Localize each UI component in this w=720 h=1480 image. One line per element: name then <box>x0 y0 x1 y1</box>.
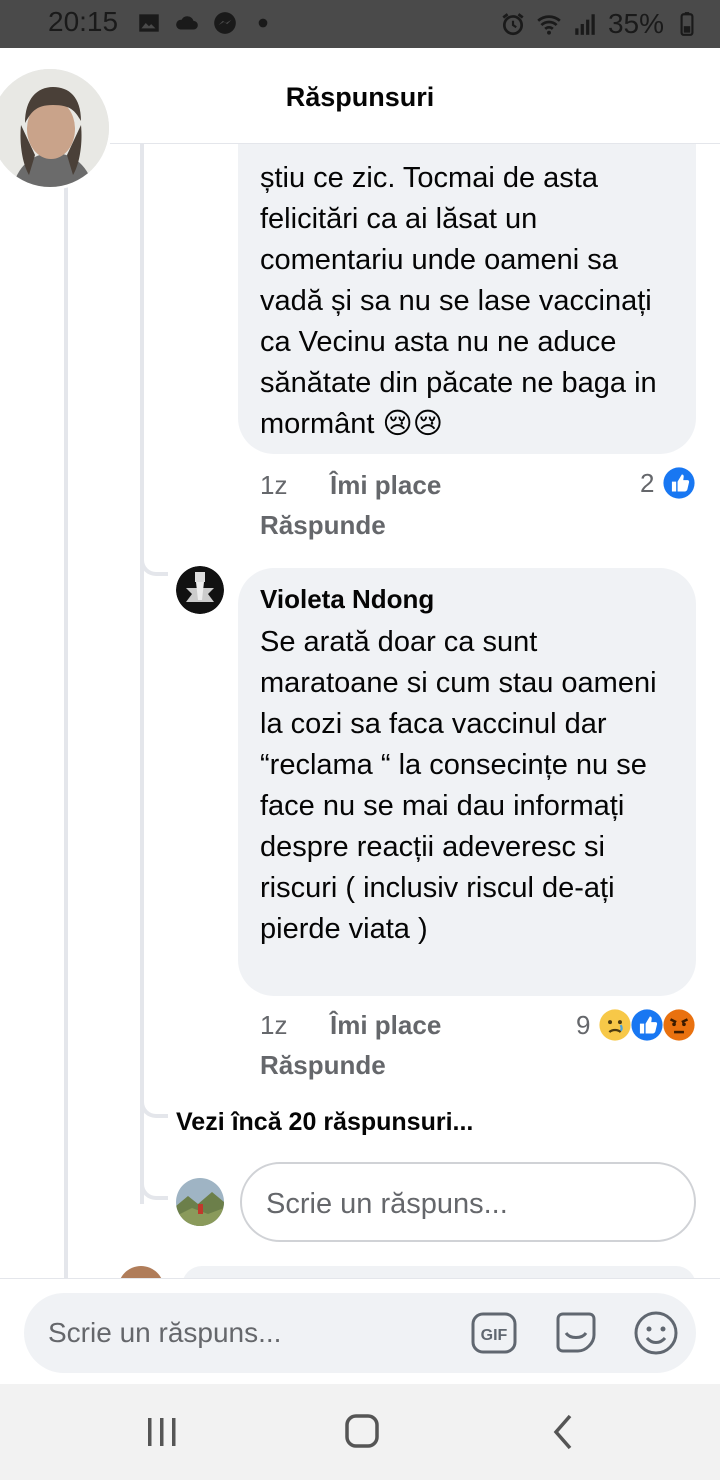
angry-reaction-icon <box>663 1009 695 1041</box>
avatar[interactable] <box>0 66 112 190</box>
battery-percent: 35% <box>607 8 664 39</box>
signal-icon <box>575 14 595 35</box>
cloud-icon <box>176 16 198 30</box>
thread-branch <box>140 1094 168 1118</box>
compose-bar: Scrie un răspuns... GIF <box>0 1278 720 1384</box>
wifi-icon <box>537 15 561 35</box>
compose-input[interactable]: Scrie un răspuns... GIF <box>24 1293 696 1373</box>
gif-button[interactable]: GIF <box>470 1309 518 1357</box>
status-bar: 20:15 35% <box>0 0 720 48</box>
home-icon[interactable] <box>338 1410 386 1454</box>
thread-line <box>64 144 68 1284</box>
battery-icon <box>680 12 694 36</box>
view-more-replies-link[interactable]: Vezi încă 20 răspunsuri... <box>176 1108 473 1137</box>
reply-input-placeholder: Scrie un răspuns... <box>266 1188 508 1220</box>
like-button[interactable]: Îmi place <box>330 470 441 501</box>
sad-reaction-icon <box>599 1009 631 1041</box>
like-button[interactable]: Îmi place <box>330 1010 441 1041</box>
user-avatar <box>176 1178 224 1226</box>
avatar[interactable] <box>176 566 224 614</box>
replies-sheet: știu ce zic. Tocmai de asta felicitări c… <box>0 48 720 1384</box>
back-icon[interactable] <box>540 1410 588 1454</box>
comment-bubble[interactable]: Violeta Ndong Se arată doar ca sunt mara… <box>238 568 696 996</box>
thread-branch <box>140 554 168 576</box>
reply-button[interactable]: Răspunde <box>260 1050 386 1081</box>
gif-label: GIF <box>481 1327 508 1344</box>
comment-author[interactable]: Violeta Ndong <box>260 584 434 615</box>
reply-button[interactable]: Răspunde <box>260 510 386 541</box>
reaction-count[interactable]: 2 <box>640 468 654 499</box>
comment-time: 1z <box>260 1010 288 1040</box>
dot-icon <box>258 18 268 28</box>
compose-placeholder: Scrie un răspuns... <box>48 1317 282 1348</box>
emoji-icon[interactable] <box>632 1309 680 1357</box>
thread-branch <box>140 1176 168 1200</box>
status-time: 20:15 <box>48 6 119 37</box>
comment-time: 1z <box>260 470 288 500</box>
comment-text: știu ce zic. Tocmai de asta felicitări c… <box>260 162 657 440</box>
notification-icons <box>136 10 276 36</box>
like-reaction-icon <box>663 467 695 499</box>
thread-line-replies <box>140 144 144 1204</box>
reply-input[interactable]: Scrie un răspuns... <box>240 1162 696 1242</box>
reaction-count[interactable]: 9 <box>576 1010 590 1041</box>
system-icons: 35% <box>500 8 700 40</box>
sticker-icon[interactable] <box>552 1309 600 1357</box>
messenger-icon <box>214 12 236 34</box>
comment-text: Se arată doar ca sunt maratoane si cum s… <box>260 626 657 945</box>
like-reaction-icon <box>631 1009 663 1041</box>
alarm-icon <box>502 13 524 36</box>
gallery-icon <box>139 14 159 32</box>
system-nav-bar <box>0 1384 720 1480</box>
recent-apps-icon[interactable] <box>138 1410 186 1454</box>
